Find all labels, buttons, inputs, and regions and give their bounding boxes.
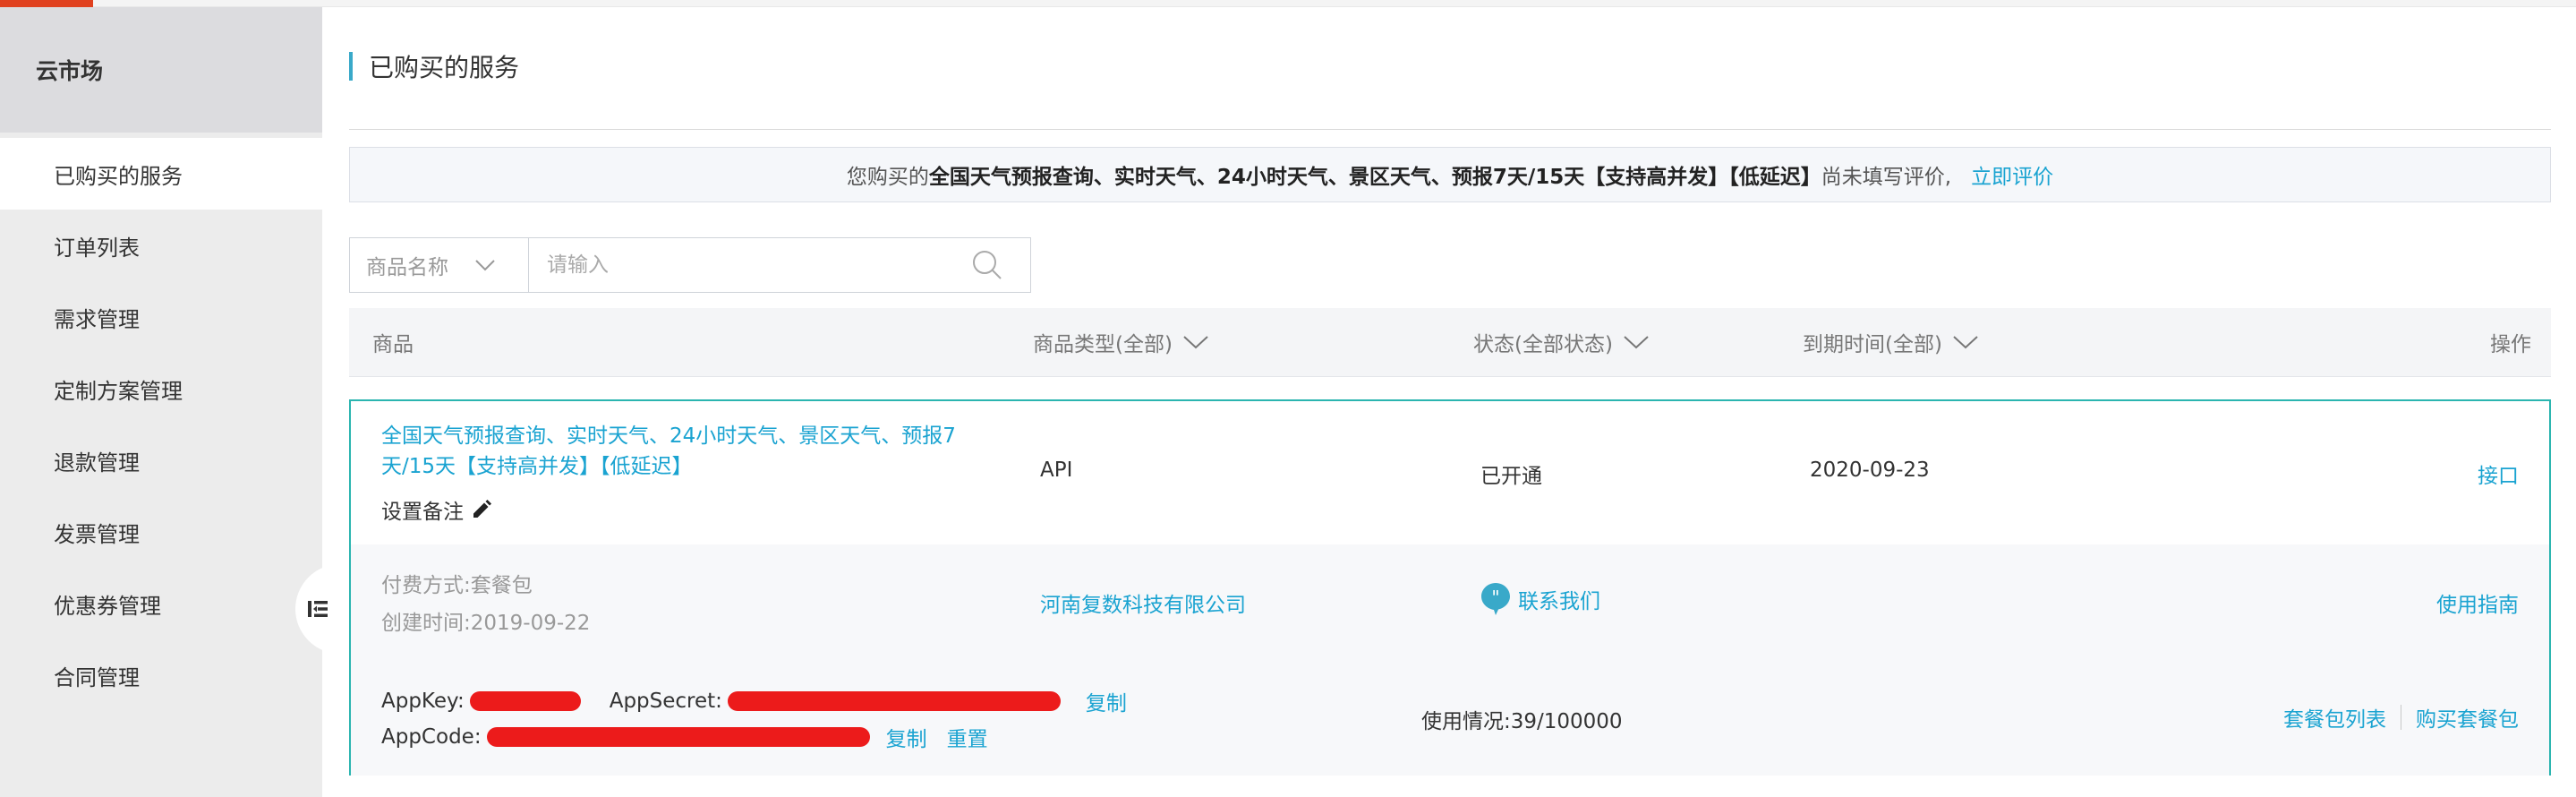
column-type-label: 商品类型(全部) xyxy=(1033,333,1173,356)
svg-text:": " xyxy=(1491,587,1499,608)
reset-appcode-button[interactable]: 重置 xyxy=(947,722,988,752)
usage-value: 39/100000 xyxy=(1510,710,1623,733)
chevron-down-icon xyxy=(1953,336,1978,349)
pay-method-value: 套餐包 xyxy=(470,574,533,597)
pay-method: 付费方式:套餐包 xyxy=(381,568,533,598)
sidebar-item-label: 合同管理 xyxy=(54,664,140,690)
remark-label: 设置备注 xyxy=(381,501,464,524)
chevron-down-icon xyxy=(1183,336,1208,349)
appcode-redaction xyxy=(486,727,870,747)
column-action: 操作 xyxy=(2490,308,2531,376)
page-title: 已购买的服务 xyxy=(369,53,520,82)
sidebar-item-purchased-services[interactable]: 已购买的服务 xyxy=(0,138,322,210)
top-bar xyxy=(93,0,2576,7)
package-list-link[interactable]: 套餐包列表 xyxy=(2283,702,2386,733)
title-accent xyxy=(349,52,353,81)
api-interface-link[interactable]: 接口 xyxy=(2478,458,2519,489)
sidebar-item-refunds[interactable]: 退款管理 xyxy=(0,424,322,496)
copy-appcode-button[interactable]: 复制 xyxy=(886,722,927,752)
usage-label: 使用情况: xyxy=(1421,710,1511,733)
notice-product: 全国天气预报查询、实时天气、24小时天气、景区天气、预报7天/15天【支持高并发… xyxy=(928,166,1821,189)
search-button[interactable] xyxy=(960,249,1014,281)
appsecret-redaction xyxy=(727,691,1061,711)
column-product: 商品 xyxy=(372,308,414,376)
order-detail-row: 付费方式:套餐包 创建时间:2019-09-22 河南复数科技有限公司 " 联系… xyxy=(351,544,2549,664)
column-product-label: 商品 xyxy=(372,333,414,356)
search-input[interactable] xyxy=(529,237,960,293)
appcode-field: AppCode: 复制 重置 xyxy=(381,722,988,752)
review-notice: 您购买的 全国天气预报查询、实时天气、24小时天气、景区天气、预报7天/15天【… xyxy=(349,147,2551,202)
pencil-icon xyxy=(473,500,491,518)
sidebar-title: 云市场 xyxy=(36,58,104,84)
sidebar-item-invoices[interactable]: 发票管理 xyxy=(0,496,322,568)
expiry-date: 2020-09-23 xyxy=(1810,458,1930,482)
sidebar: 云市场 已购买的服务 订单列表 需求管理 定制方案管理 退款管理 发票管理 优惠… xyxy=(0,7,322,797)
sidebar-header: 云市场 xyxy=(0,7,322,133)
sidebar-item-label: 订单列表 xyxy=(54,235,140,261)
column-expiry-label: 到期时间(全部) xyxy=(1803,333,1942,356)
column-expiry-filter[interactable]: 到期时间(全部) xyxy=(1803,308,1980,376)
collapse-sidebar-icon xyxy=(308,601,328,617)
sidebar-item-label: 发票管理 xyxy=(54,521,140,547)
appcode-label: AppCode: xyxy=(381,725,482,749)
package-actions: 套餐包列表 购买套餐包 xyxy=(2283,702,2519,733)
order-credentials-row: AppKey: AppSecret: 复制 AppCode: 复制 重置 使用情… xyxy=(351,663,2549,776)
column-type-filter[interactable]: 商品类型(全部) xyxy=(1033,308,1210,376)
column-status-filter[interactable]: 状态(全部状态) xyxy=(1473,308,1651,376)
appkey-field: AppKey: AppSecret: 复制 xyxy=(381,686,1127,716)
sidebar-item-requirements[interactable]: 需求管理 xyxy=(0,281,322,353)
set-remark-button[interactable]: 设置备注 xyxy=(381,494,492,525)
usage-guide-link[interactable]: 使用指南 xyxy=(2436,587,2519,618)
created-label: 创建时间: xyxy=(381,612,471,635)
buy-package-link[interactable]: 购买套餐包 xyxy=(2416,702,2519,733)
sidebar-item-label: 已购买的服务 xyxy=(54,163,183,189)
sidebar-item-orders[interactable]: 订单列表 xyxy=(0,210,322,281)
product-name-link[interactable]: 全国天气预报查询、实时天气、24小时天气、景区天气、预报7天/15天【支持高并发… xyxy=(381,421,1008,482)
chat-bubble-icon: " xyxy=(1481,583,1510,615)
app-root: 云市场 已购买的服务 订单列表 需求管理 定制方案管理 退款管理 发票管理 优惠… xyxy=(0,0,2576,797)
sidebar-item-label: 退款管理 xyxy=(54,450,140,476)
chevron-down-icon xyxy=(1624,336,1649,349)
sidebar-item-coupons[interactable]: 优惠券管理 xyxy=(0,568,322,639)
search-icon xyxy=(973,251,1002,279)
contact-us-label: 联系我们 xyxy=(1518,590,1600,613)
order-main-row: 全国天气预报查询、实时天气、24小时天气、景区天气、预报7天/15天【支持高并发… xyxy=(351,401,2549,545)
order-card: 全国天气预报查询、实时天气、24小时天气、景区天气、预报7天/15天【支持高并发… xyxy=(349,399,2551,776)
column-action-label: 操作 xyxy=(2490,333,2531,356)
main-content: 已购买的服务 您购买的 全国天气预报查询、实时天气、24小时天气、景区天气、预报… xyxy=(349,7,2551,797)
sidebar-item-contracts[interactable]: 合同管理 xyxy=(0,639,322,711)
appkey-label: AppKey: xyxy=(381,690,465,713)
review-now-link[interactable]: 立即评价 xyxy=(1971,159,2053,190)
created-time: 创建时间:2019-09-22 xyxy=(381,605,590,636)
copy-secret-button[interactable]: 复制 xyxy=(1086,686,1127,716)
notice-prefix: 您购买的 xyxy=(846,166,929,189)
usage-info: 使用情况:39/100000 xyxy=(1421,704,1623,734)
brand-accent-bar xyxy=(0,0,93,7)
sidebar-item-label: 优惠券管理 xyxy=(54,593,161,619)
product-type: API xyxy=(1040,458,1073,482)
created-value: 2019-09-22 xyxy=(470,612,591,635)
product-status: 已开通 xyxy=(1480,465,1542,488)
search-field-select[interactable]: 商品名称 xyxy=(350,238,529,292)
sidebar-item-custom-plans[interactable]: 定制方案管理 xyxy=(0,353,322,424)
divider xyxy=(349,129,2551,130)
search-box: 商品名称 xyxy=(349,237,1031,293)
table-header: 商品 商品类型(全部) 状态(全部状态) 到期时间(全部) 操作 xyxy=(349,308,2551,377)
search-select-value: 商品名称 xyxy=(366,256,448,279)
page-title-bar: 已购买的服务 xyxy=(349,48,519,84)
contact-us-link[interactable]: " 联系我们 xyxy=(1480,582,1600,616)
chevron-down-icon xyxy=(475,260,495,271)
notice-suffix: 尚未填写评价, xyxy=(1821,166,1952,189)
appkey-redaction xyxy=(469,691,581,711)
appsecret-label: AppSecret: xyxy=(609,690,722,713)
sidebar-item-label: 定制方案管理 xyxy=(54,378,183,404)
sidebar-item-label: 需求管理 xyxy=(54,306,140,332)
column-status-label: 状态(全部状态) xyxy=(1473,333,1613,356)
pay-method-label: 付费方式: xyxy=(381,574,471,597)
vendor-link[interactable]: 河南复数科技有限公司 xyxy=(1040,587,1246,618)
